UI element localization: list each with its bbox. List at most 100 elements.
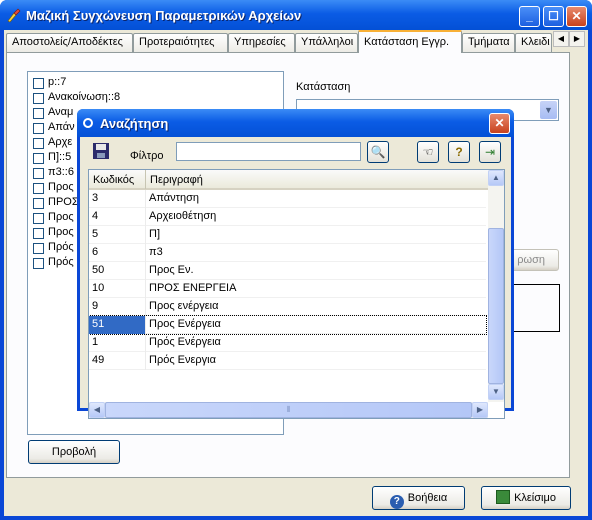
pointer-icon[interactable]: ☜: [417, 141, 439, 163]
scroll-down-icon[interactable]: ▼: [488, 384, 504, 400]
cell-description[interactable]: ΠΡΟΣ ΕΝΕΡΓΕΙΑ: [146, 280, 486, 298]
checkbox[interactable]: [33, 228, 44, 239]
title-bar[interactable]: Μαζική Συγχώνευση Παραμετρικών Αρχείων _…: [0, 0, 592, 30]
vertical-scrollbar[interactable]: ▲ ▼: [488, 170, 504, 402]
cell-description[interactable]: Προς Εν.: [146, 262, 486, 280]
scroll-right-icon[interactable]: ▶: [472, 402, 488, 418]
dialog-title-bar[interactable]: Αναζήτηση ✕: [77, 109, 514, 137]
close-button[interactable]: Κλείσιμο: [481, 486, 571, 510]
partial-button-label: ρωση: [517, 254, 545, 266]
cell-description[interactable]: Προς ενέργεια: [146, 298, 486, 316]
tab-employees[interactable]: Υπάλληλοι: [295, 33, 358, 52]
table-row[interactable]: 50 Προς Εν.: [89, 262, 486, 280]
tab-senders[interactable]: Αποστολείς/Αποδέκτες: [6, 33, 133, 52]
search-dialog: Αναζήτηση ✕ Φίλτρο 🔍 ☜ ? ⇥ Κωδικός Περιγ…: [77, 109, 514, 419]
checklist-item-label: Αρχε: [48, 136, 73, 148]
checkbox[interactable]: [33, 93, 44, 104]
chevron-down-icon[interactable]: ▼: [540, 101, 557, 119]
close-icon[interactable]: ✕: [566, 6, 587, 27]
cell-code[interactable]: 9: [89, 298, 145, 316]
cell-code[interactable]: 3: [89, 190, 145, 208]
help-question-icon[interactable]: ?: [448, 141, 470, 163]
checkbox[interactable]: [33, 183, 44, 194]
exit-icon[interactable]: ⇥: [479, 141, 501, 163]
cell-code[interactable]: 5: [89, 226, 145, 244]
close-label: Κλείσιμο: [514, 492, 556, 504]
cell-description[interactable]: π3: [146, 244, 486, 262]
tab-scroll-right-icon[interactable]: ▶: [569, 31, 585, 47]
table-row[interactable]: 51 Προς Ενέργεια: [89, 315, 487, 335]
checklist-item-label: Π]::5: [48, 151, 72, 163]
tab-priorities[interactable]: Προτεραιότητες: [133, 33, 228, 52]
cell-code[interactable]: 4: [89, 208, 145, 226]
partial-button[interactable]: ρωση: [510, 249, 559, 271]
checklist-item-label: Απάν: [48, 121, 75, 133]
checkbox[interactable]: [33, 243, 44, 254]
cell-description[interactable]: Πρός Ενεργια: [146, 352, 486, 370]
cell-code[interactable]: 6: [89, 244, 145, 262]
dialog-icon: [83, 118, 93, 128]
search-icon[interactable]: 🔍: [367, 141, 389, 163]
table-row[interactable]: 4 Αρχειοθέτηση: [89, 208, 486, 226]
checkbox[interactable]: [33, 153, 44, 164]
scroll-left-icon[interactable]: ◀: [89, 402, 105, 418]
tab-services[interactable]: Υπηρεσίες: [228, 33, 295, 52]
checklist-item-label: Αναμ: [48, 106, 74, 118]
checkbox[interactable]: [33, 198, 44, 209]
col-divider[interactable]: [145, 170, 146, 189]
cell-description[interactable]: Π]: [146, 226, 486, 244]
preview-box: [510, 284, 560, 332]
cell-description[interactable]: Απάντηση: [146, 190, 486, 208]
horizontal-scroll-thumb[interactable]: ⦀: [105, 402, 472, 418]
checkbox[interactable]: [33, 78, 44, 89]
table-row[interactable]: 3 Απάντηση: [89, 190, 486, 208]
app-icon: [7, 8, 21, 23]
checkbox[interactable]: [33, 258, 44, 269]
scroll-up-icon[interactable]: ▲: [488, 170, 504, 186]
checklist-item-label: Προς: [48, 181, 74, 193]
cell-code[interactable]: 50: [89, 262, 145, 280]
checkbox[interactable]: [33, 168, 44, 179]
col-code-header[interactable]: Κωδικός: [93, 174, 134, 186]
checkbox[interactable]: [33, 213, 44, 224]
grid-header: Κωδικός Περιγραφή: [89, 170, 489, 190]
preview-button[interactable]: Προβολή: [28, 440, 120, 464]
checklist-item-label: ΠΡΟΣ: [48, 196, 79, 208]
checkbox[interactable]: [33, 138, 44, 149]
minimize-icon[interactable]: _: [519, 6, 540, 27]
vertical-scroll-thumb[interactable]: [488, 228, 504, 384]
table-row[interactable]: 9 Προς ενέργεια: [89, 298, 486, 316]
table-row[interactable]: 6 π3: [89, 244, 486, 262]
cell-description[interactable]: Πρός Ενέργεια: [146, 334, 486, 352]
maximize-icon[interactable]: ☐: [543, 6, 564, 27]
checklist-item-label: Πρός: [48, 241, 74, 253]
tab-keys[interactable]: Κλειδι: [515, 33, 552, 52]
checklist-item-label: Ανακοίνωση::8: [48, 91, 121, 103]
cell-code[interactable]: 1: [89, 334, 145, 352]
cell-description[interactable]: Προς Ενέργεια: [146, 316, 486, 334]
horizontal-scrollbar[interactable]: ◀ ⦀ ▶: [89, 402, 488, 418]
checklist-item-label: Προς: [48, 226, 74, 238]
tab-scroll-left-icon[interactable]: ◀: [553, 31, 569, 47]
help-label: Βοήθεια: [407, 492, 448, 504]
col-desc-header[interactable]: Περιγραφή: [150, 174, 203, 186]
window-title: Μαζική Συγχώνευση Παραμετρικών Αρχείων: [26, 8, 302, 23]
help-button[interactable]: ? Βοήθεια: [372, 486, 465, 510]
checklist-item-label: π3::6: [48, 166, 74, 178]
filter-label: Φίλτρο: [130, 150, 164, 162]
table-row[interactable]: 5 Π]: [89, 226, 486, 244]
cell-description[interactable]: Αρχειοθέτηση: [146, 208, 486, 226]
filter-input[interactable]: [176, 142, 361, 161]
cell-code[interactable]: 10: [89, 280, 145, 298]
cell-code[interactable]: 49: [89, 352, 145, 370]
table-row[interactable]: 49 Πρός Ενεργια: [89, 352, 486, 370]
save-icon[interactable]: [90, 141, 112, 163]
checkbox[interactable]: [33, 123, 44, 134]
checkbox[interactable]: [33, 108, 44, 119]
table-row[interactable]: 10 ΠΡΟΣ ΕΝΕΡΓΕΙΑ: [89, 280, 486, 298]
tab-departments[interactable]: Τμήματα: [462, 33, 515, 52]
tab-record-status[interactable]: Κατάσταση Εγγρ.: [358, 30, 462, 53]
dialog-close-icon[interactable]: ✕: [489, 113, 510, 134]
table-row[interactable]: 1 Πρός Ενέργεια: [89, 334, 486, 352]
cell-code[interactable]: 51: [89, 316, 145, 334]
